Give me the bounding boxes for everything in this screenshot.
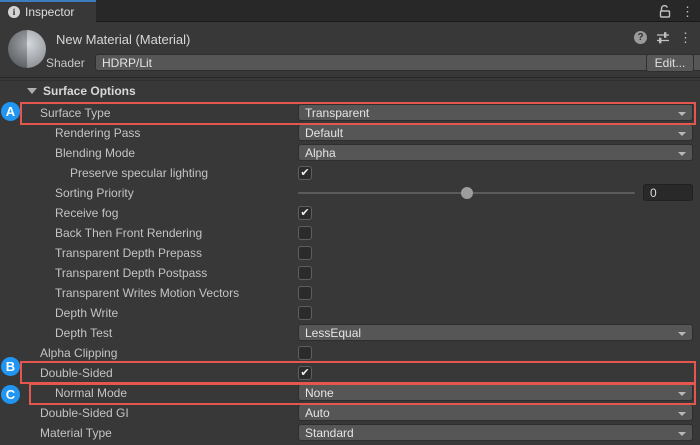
slider-handle[interactable] bbox=[461, 187, 473, 199]
property-rows: Surface Type Transparent Rendering Pass … bbox=[0, 103, 700, 443]
row-double-sided: Double-Sided ✔ bbox=[0, 363, 700, 383]
section-title: Surface Options bbox=[43, 84, 136, 98]
depth-write-checkbox[interactable] bbox=[298, 306, 312, 320]
shader-label: Shader bbox=[46, 56, 85, 70]
tab-bar: i Inspector ⋮ bbox=[0, 0, 700, 22]
tab-label: Inspector bbox=[25, 5, 74, 19]
row-back-then-front: Back Then Front Rendering bbox=[0, 223, 700, 243]
row-label: Blending Mode bbox=[55, 146, 135, 160]
dropdown-value: Auto bbox=[305, 406, 330, 420]
row-label: Transparent Writes Motion Vectors bbox=[55, 286, 239, 300]
dropdown-value: Alpha bbox=[305, 146, 336, 160]
chevron-down-icon bbox=[678, 132, 686, 136]
help-icon[interactable]: ? bbox=[634, 31, 647, 44]
chevron-down-icon bbox=[678, 152, 686, 156]
row-normal-mode: Normal Mode None bbox=[0, 383, 700, 403]
row-label: Rendering Pass bbox=[55, 126, 140, 140]
chevron-down-icon bbox=[678, 112, 686, 116]
chevron-down-icon bbox=[678, 392, 686, 396]
transparent-depth-postpass-checkbox[interactable] bbox=[298, 266, 312, 280]
row-label: Alpha Clipping bbox=[40, 346, 117, 360]
row-transparent-depth-prepass: Transparent Depth Prepass bbox=[0, 243, 700, 263]
row-transparent-depth-postpass: Transparent Depth Postpass bbox=[0, 263, 700, 283]
row-label: Depth Test bbox=[55, 326, 112, 340]
row-label: Back Then Front Rendering bbox=[55, 226, 202, 240]
row-surface-type: Surface Type Transparent bbox=[0, 103, 700, 123]
receive-fog-checkbox[interactable]: ✔ bbox=[298, 206, 312, 220]
dropdown-value: LessEqual bbox=[305, 326, 361, 340]
dropdown-value: None bbox=[305, 386, 334, 400]
alpha-clipping-checkbox[interactable] bbox=[298, 346, 312, 360]
row-depth-test: Depth Test LessEqual bbox=[0, 323, 700, 343]
row-label: Depth Write bbox=[55, 306, 118, 320]
sorting-priority-slider[interactable] bbox=[298, 192, 635, 194]
transparent-writes-motion-vectors-checkbox[interactable] bbox=[298, 286, 312, 300]
row-label: Preserve specular lighting bbox=[70, 166, 208, 180]
preserve-specular-lighting-checkbox[interactable]: ✔ bbox=[298, 166, 312, 180]
dropdown-value: Transparent bbox=[305, 106, 369, 120]
depth-test-dropdown[interactable]: LessEqual bbox=[298, 324, 693, 341]
row-receive-fog: Receive fog ✔ bbox=[0, 203, 700, 223]
double-sided-checkbox[interactable]: ✔ bbox=[298, 366, 312, 380]
sorting-priority-field[interactable]: 0 bbox=[643, 184, 693, 201]
row-depth-write: Depth Write bbox=[0, 303, 700, 323]
row-double-sided-gi: Double-Sided GI Auto bbox=[0, 403, 700, 423]
row-alpha-clipping: Alpha Clipping bbox=[0, 343, 700, 363]
row-transparent-writes-motion-vectors: Transparent Writes Motion Vectors bbox=[0, 283, 700, 303]
dropdown-value: Default bbox=[305, 126, 343, 140]
material-header: New Material (Material) ? ⋮ Shader HDRP/… bbox=[0, 23, 700, 78]
row-label: Receive fog bbox=[55, 206, 118, 220]
surface-options-section-header[interactable]: Surface Options bbox=[0, 80, 700, 101]
info-icon: i bbox=[8, 6, 20, 18]
row-label: Double-Sided GI bbox=[40, 406, 129, 420]
edit-shader-button[interactable]: Edit... bbox=[646, 54, 694, 72]
normal-mode-dropdown[interactable]: None bbox=[298, 384, 693, 401]
blending-mode-dropdown[interactable]: Alpha bbox=[298, 144, 693, 161]
row-sorting-priority: Sorting Priority 0 bbox=[0, 183, 700, 203]
presets-icon[interactable] bbox=[656, 31, 670, 44]
foldout-triangle-icon[interactable] bbox=[27, 88, 37, 94]
row-label: Sorting Priority bbox=[55, 186, 134, 200]
row-rendering-pass: Rendering Pass Default bbox=[0, 123, 700, 143]
surface-type-dropdown[interactable]: Transparent bbox=[298, 104, 693, 121]
dropdown-value: Standard bbox=[305, 426, 354, 440]
material-type-dropdown[interactable]: Standard bbox=[298, 424, 693, 441]
row-label: Transparent Depth Postpass bbox=[55, 266, 207, 280]
row-blending-mode: Blending Mode Alpha bbox=[0, 143, 700, 163]
row-material-type: Material Type Standard bbox=[0, 423, 700, 443]
row-label: Material Type bbox=[40, 426, 112, 440]
row-label: Transparent Depth Prepass bbox=[55, 246, 202, 260]
chevron-down-icon bbox=[678, 412, 686, 416]
double-sided-gi-dropdown[interactable]: Auto bbox=[298, 404, 693, 421]
tab-inspector[interactable]: i Inspector bbox=[0, 0, 96, 22]
material-menu-icon[interactable]: ⋮ bbox=[679, 31, 692, 44]
row-label: Normal Mode bbox=[55, 386, 127, 400]
unlocked-padlock-icon[interactable] bbox=[659, 5, 671, 18]
window-menu-icon[interactable]: ⋮ bbox=[681, 5, 694, 18]
transparent-depth-prepass-checkbox[interactable] bbox=[298, 246, 312, 260]
shader-dropdown[interactable]: HDRP/Lit bbox=[95, 54, 700, 71]
back-then-front-checkbox[interactable] bbox=[298, 226, 312, 240]
row-label: Double-Sided bbox=[40, 366, 113, 380]
inspector-window: i Inspector ⋮ New Material (Material) ? bbox=[0, 0, 700, 445]
rendering-pass-dropdown[interactable]: Default bbox=[298, 124, 693, 141]
row-preserve-specular-lighting: Preserve specular lighting ✔ bbox=[0, 163, 700, 183]
material-title: New Material (Material) bbox=[56, 32, 190, 47]
row-label: Surface Type bbox=[40, 106, 111, 120]
shader-dropdown-value: HDRP/Lit bbox=[102, 56, 152, 70]
chevron-down-icon bbox=[678, 432, 686, 436]
chevron-down-icon bbox=[678, 332, 686, 336]
